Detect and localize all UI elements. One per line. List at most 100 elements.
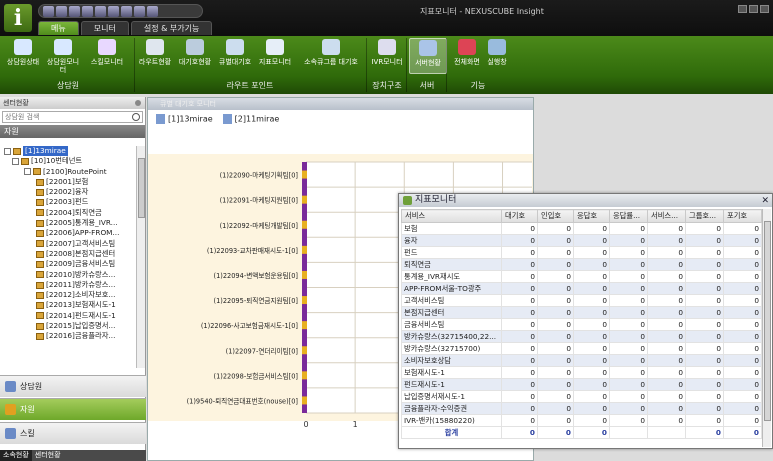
column-header[interactable]: 인입호	[537, 209, 574, 223]
column-header[interactable]: 포기호	[723, 209, 762, 223]
route-status-button[interactable]: 라우트현황	[136, 38, 174, 74]
table-row[interactable]: 융자 0 0 0 0 0 0 0	[401, 234, 762, 247]
table-row[interactable]: IVR-밴카(15880220) 0 0 0 0 0 0 0	[401, 414, 762, 427]
indicator-table: 서비스 대기호 인입호 응답호 응답률... 서비스... 그룹호... 포기호 보험 0 0 0 0…	[401, 209, 762, 439]
table-row[interactable]: 펀드 0 0 0 0 0 0 0	[401, 246, 762, 259]
pin-icon[interactable]	[135, 100, 141, 106]
table-row[interactable]: 방카슈랑스(32715700) 0 0 0 0 0 0 0	[401, 342, 762, 355]
tree-node[interactable]: [22007]고객서비스팀	[0, 239, 136, 249]
column-header[interactable]: 서비스...	[647, 209, 686, 223]
tree-node[interactable]: [22009]금융서비스팀	[0, 259, 136, 269]
column-header[interactable]: 응답률...	[609, 209, 648, 223]
value-cell: 0	[573, 246, 610, 259]
nav-agent[interactable]: 상담원	[0, 375, 146, 397]
tree-node[interactable]: [22003]펀드	[0, 197, 136, 207]
table-row[interactable]: 금융서비스팀 0 0 0 0 0 0 0	[401, 318, 762, 331]
column-header[interactable]: 서비스	[401, 209, 502, 223]
table-row[interactable]: 고객서비스팀 0 0 0 0 0 0 0	[401, 294, 762, 307]
queue-group-waiting-button[interactable]: 소속큐그룹 대기호	[298, 38, 364, 74]
agent-status-button[interactable]: 상담원상태	[4, 38, 42, 74]
queue-icon	[36, 291, 44, 299]
tree-node-label: [22003]펀드	[46, 197, 89, 207]
table-row[interactable]: 방카슈랑스(32715400,22... 0 0 0 0 0 0 0	[401, 330, 762, 343]
table-row[interactable]: 소비자보호상담 0 0 0 0 0 0 0	[401, 354, 762, 367]
table-row[interactable]: 퇴직연금 0 0 0 0 0 0 0	[401, 258, 762, 271]
tab-membership-status[interactable]: 소속현황	[0, 450, 32, 461]
total-cell	[609, 426, 648, 439]
tab-center-status[interactable]: 센터현황	[32, 450, 64, 461]
value-cell: 0	[609, 342, 648, 355]
tab-menu[interactable]: 메뉴	[38, 21, 79, 35]
tree-node[interactable]: [22005]통계용_IVR...	[0, 218, 136, 228]
run-window-button[interactable]: 실행창	[478, 38, 516, 74]
monitor-scrollbar[interactable]	[762, 209, 771, 447]
nav-skill[interactable]: 스킬	[0, 422, 146, 444]
service-name-cell: IVR-밴카(15880220)	[401, 414, 502, 427]
ivr-monitor-button[interactable]: IVR모니터	[368, 38, 406, 74]
tenant-2[interactable]: [2]11mirae	[222, 114, 279, 124]
tree-node[interactable]: [22011]방카슈랑스...	[0, 280, 136, 290]
tree-node[interactable]: [22004]퇴직연금	[0, 208, 136, 218]
server-status-button[interactable]: 서버현황	[409, 38, 447, 74]
tree-node-label: [22010]방카슈랑스...	[46, 269, 116, 279]
tree-node[interactable]: [2100]RoutePoint	[0, 167, 136, 177]
tab-settings[interactable]: 설정 & 부가기능	[130, 21, 213, 35]
app-logo[interactable]: i	[4, 4, 32, 32]
tree-node[interactable]: [22008]본점지급센터	[0, 249, 136, 259]
value-cell: 0	[647, 258, 686, 271]
agent-monitor-button[interactable]: 상담원모니터	[44, 38, 82, 74]
minimize-icon[interactable]	[738, 5, 747, 13]
column-header[interactable]: 그룹호...	[685, 209, 724, 223]
search-icon[interactable]	[132, 113, 140, 121]
y-category-label: (1)22093-교차판매재시도-1[0]	[207, 246, 298, 255]
value-cell: 0	[501, 342, 538, 355]
service-name-cell: 금융서비스팀	[401, 318, 502, 331]
table-row[interactable]: 본점지급센터 0 0 0 0 0 0 0	[401, 306, 762, 319]
resource-tree[interactable]: [1]13mirae [10]10번테넌트 [2100]RoutePoint [220…	[0, 146, 136, 368]
tab-monitor[interactable]: 모니터	[80, 21, 129, 35]
column-header[interactable]: 응답호	[573, 209, 610, 223]
value-cell: 0	[609, 390, 648, 403]
waiting-call-status-button[interactable]: 대기호현황	[176, 38, 214, 74]
tree-scrollbar[interactable]	[136, 146, 145, 368]
tree-node[interactable]: [22001]보험	[0, 177, 136, 187]
tree-node[interactable]: [22014]펀드재시도-1	[0, 311, 136, 321]
tree-node[interactable]: [22012]소비자보호...	[0, 290, 136, 300]
y-category-label: (1)22094-변액보험운용팀[0]	[214, 272, 299, 280]
table-row[interactable]: 보험재시도-1 0 0 0 0 0 0 0	[401, 366, 762, 379]
maximize-icon[interactable]	[749, 5, 758, 13]
nav-resource[interactable]: 자원	[0, 398, 146, 420]
indicator-monitor-button[interactable]: 지표모니터	[256, 38, 294, 74]
expand-toggle-icon[interactable]	[4, 147, 11, 155]
skill-monitor-button[interactable]: 스킬모니터	[88, 38, 126, 74]
table-row[interactable]: 금융플라자-수익증권 0 0 0 0 0 0 0	[401, 402, 762, 415]
value-cell: 0	[537, 330, 574, 343]
table-row[interactable]: 보험 0 0 0 0 0 0 0	[401, 222, 762, 235]
table-row[interactable]: 납입증명서재시도-1 0 0 0 0 0 0 0	[401, 390, 762, 403]
table-row[interactable]: 펀드재시도-1 0 0 0 0 0 0 0	[401, 378, 762, 391]
tree-node[interactable]: [22002]융자	[0, 187, 136, 197]
table-row[interactable]: 통계용_IVR재시도 0 0 0 0 0 0 0	[401, 270, 762, 283]
quick-access-toolbar[interactable]	[38, 4, 203, 18]
tree-node[interactable]: [1]13mirae	[0, 146, 136, 157]
close-icon[interactable]	[760, 5, 769, 13]
value-cell: 0	[723, 306, 762, 319]
expand-toggle-icon[interactable]	[12, 157, 19, 165]
window-controls[interactable]	[738, 5, 769, 13]
tree-node[interactable]: [22015]납입증명서...	[0, 321, 136, 331]
close-icon[interactable]: ✕	[761, 195, 769, 208]
tree-node[interactable]: [22010]방카슈랑스...	[0, 270, 136, 280]
agent-search[interactable]	[2, 111, 143, 123]
tree-node[interactable]: [22016]금융플라자...	[0, 331, 136, 341]
tree-node[interactable]: [22006]APP-FROM...	[0, 228, 136, 238]
tree-node[interactable]: [22013]보험재시도-1	[0, 300, 136, 310]
agent-search-input[interactable]	[3, 112, 123, 122]
queue-waiting-button[interactable]: 큐별대기호	[216, 38, 254, 74]
expand-toggle-icon[interactable]	[24, 168, 31, 176]
table-row[interactable]: APP-FROM서울-TO광주 0 0 0 0 0 0 0	[401, 282, 762, 295]
tree-node[interactable]: [10]10번테넌트	[0, 156, 136, 166]
tenant-1[interactable]: [1]13mirae	[156, 114, 213, 124]
column-header[interactable]: 대기호	[501, 209, 538, 223]
group-label-server: 서버	[419, 81, 435, 90]
service-name-cell: 금융플라자-수익증권	[401, 402, 502, 415]
